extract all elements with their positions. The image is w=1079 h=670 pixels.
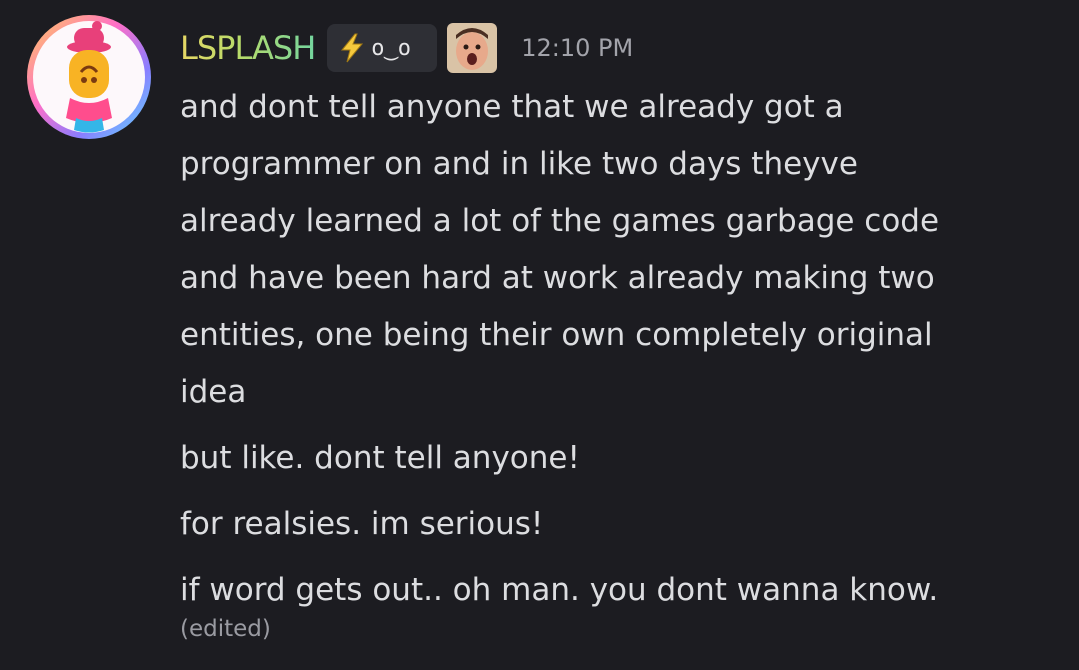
- message-line: for realsies. im serious!: [180, 506, 544, 542]
- message-content: and dont tell anyone that we already got…: [180, 79, 1060, 619]
- message-paragraph: for realsies. im serious!: [180, 496, 1060, 553]
- message-line: entities, one being their own completely…: [180, 317, 933, 353]
- message-line: programmer on and in like two days theyv…: [180, 146, 858, 182]
- avatar[interactable]: [26, 14, 152, 140]
- guild-tag[interactable]: o‿o: [327, 24, 438, 72]
- username[interactable]: LSPLASH: [180, 24, 316, 72]
- message-line: but like. dont tell anyone!: [180, 440, 580, 476]
- edited-label: (edited): [180, 616, 271, 642]
- avatar-image: [27, 15, 151, 139]
- message-line: and have been hard at work already makin…: [180, 260, 935, 296]
- message-timestamp[interactable]: 12:10 PM: [521, 24, 633, 72]
- guild-tag-text: o‿o: [371, 35, 412, 61]
- message-paragraph: if word gets out.. oh man. you dont wann…: [180, 562, 1060, 619]
- message-paragraph: and dont tell anyone that we already got…: [180, 79, 1060, 421]
- lightning-icon: [341, 33, 364, 63]
- face-emoji-icon[interactable]: [447, 23, 498, 73]
- message-paragraph: but like. dont tell anyone!: [180, 430, 1060, 487]
- message-line: if word gets out.. oh man. you dont wann…: [180, 572, 939, 608]
- message-line: idea: [180, 374, 247, 410]
- message-line: and dont tell anyone that we already got…: [180, 89, 844, 125]
- message-line: already learned a lot of the games garba…: [180, 203, 940, 239]
- message-header: LSPLASH o‿o 12:10 PM: [180, 23, 633, 73]
